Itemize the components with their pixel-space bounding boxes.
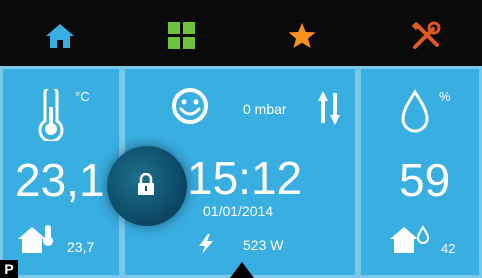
pressure-value: 0 mbar [243, 101, 287, 117]
temperature-panel[interactable]: °C 23,1 23,7 [0, 66, 122, 278]
grid-icon [168, 22, 195, 49]
pressure-trend-icon [318, 91, 340, 125]
temperature-unit: °C [75, 89, 90, 104]
tools-icon [411, 21, 441, 49]
lightning-icon [199, 234, 213, 254]
power-value: 523 W [243, 237, 284, 253]
inside-humidity-value: 42 [441, 241, 456, 256]
clock-date: 01/01/2014 [203, 203, 274, 219]
nav-favorites-button[interactable] [284, 18, 320, 54]
nav-settings-button[interactable] [408, 18, 444, 54]
padlock-icon [138, 173, 154, 195]
corner-badge: P [0, 260, 18, 278]
water-drop-icon [401, 89, 429, 133]
nav-grid-button[interactable] [164, 18, 200, 54]
inside-temperature-value: 23,7 [67, 239, 95, 255]
clock-time: 15:12 [187, 152, 303, 204]
panel-indicator-arrow[interactable] [230, 262, 254, 278]
nav-home-button[interactable] [42, 18, 78, 54]
humidity-value: 59 [399, 154, 451, 206]
thermometer-icon [38, 89, 64, 141]
house-drop-icon [390, 225, 430, 253]
screen-lock-button[interactable] [107, 146, 187, 226]
temperature-value: 23,1 [15, 154, 105, 206]
sensor-panels: °C 23,1 23,7 0 mbar 15:12 01/01/2014 523… [0, 66, 482, 278]
star-icon [288, 23, 316, 48]
house-thermometer-icon [18, 225, 53, 253]
humidity-panel[interactable]: % 59 42 [358, 66, 482, 278]
top-navigation-bar [0, 0, 482, 66]
smiley-icon [172, 88, 208, 124]
home-icon [46, 24, 74, 48]
humidity-unit: % [439, 89, 451, 104]
